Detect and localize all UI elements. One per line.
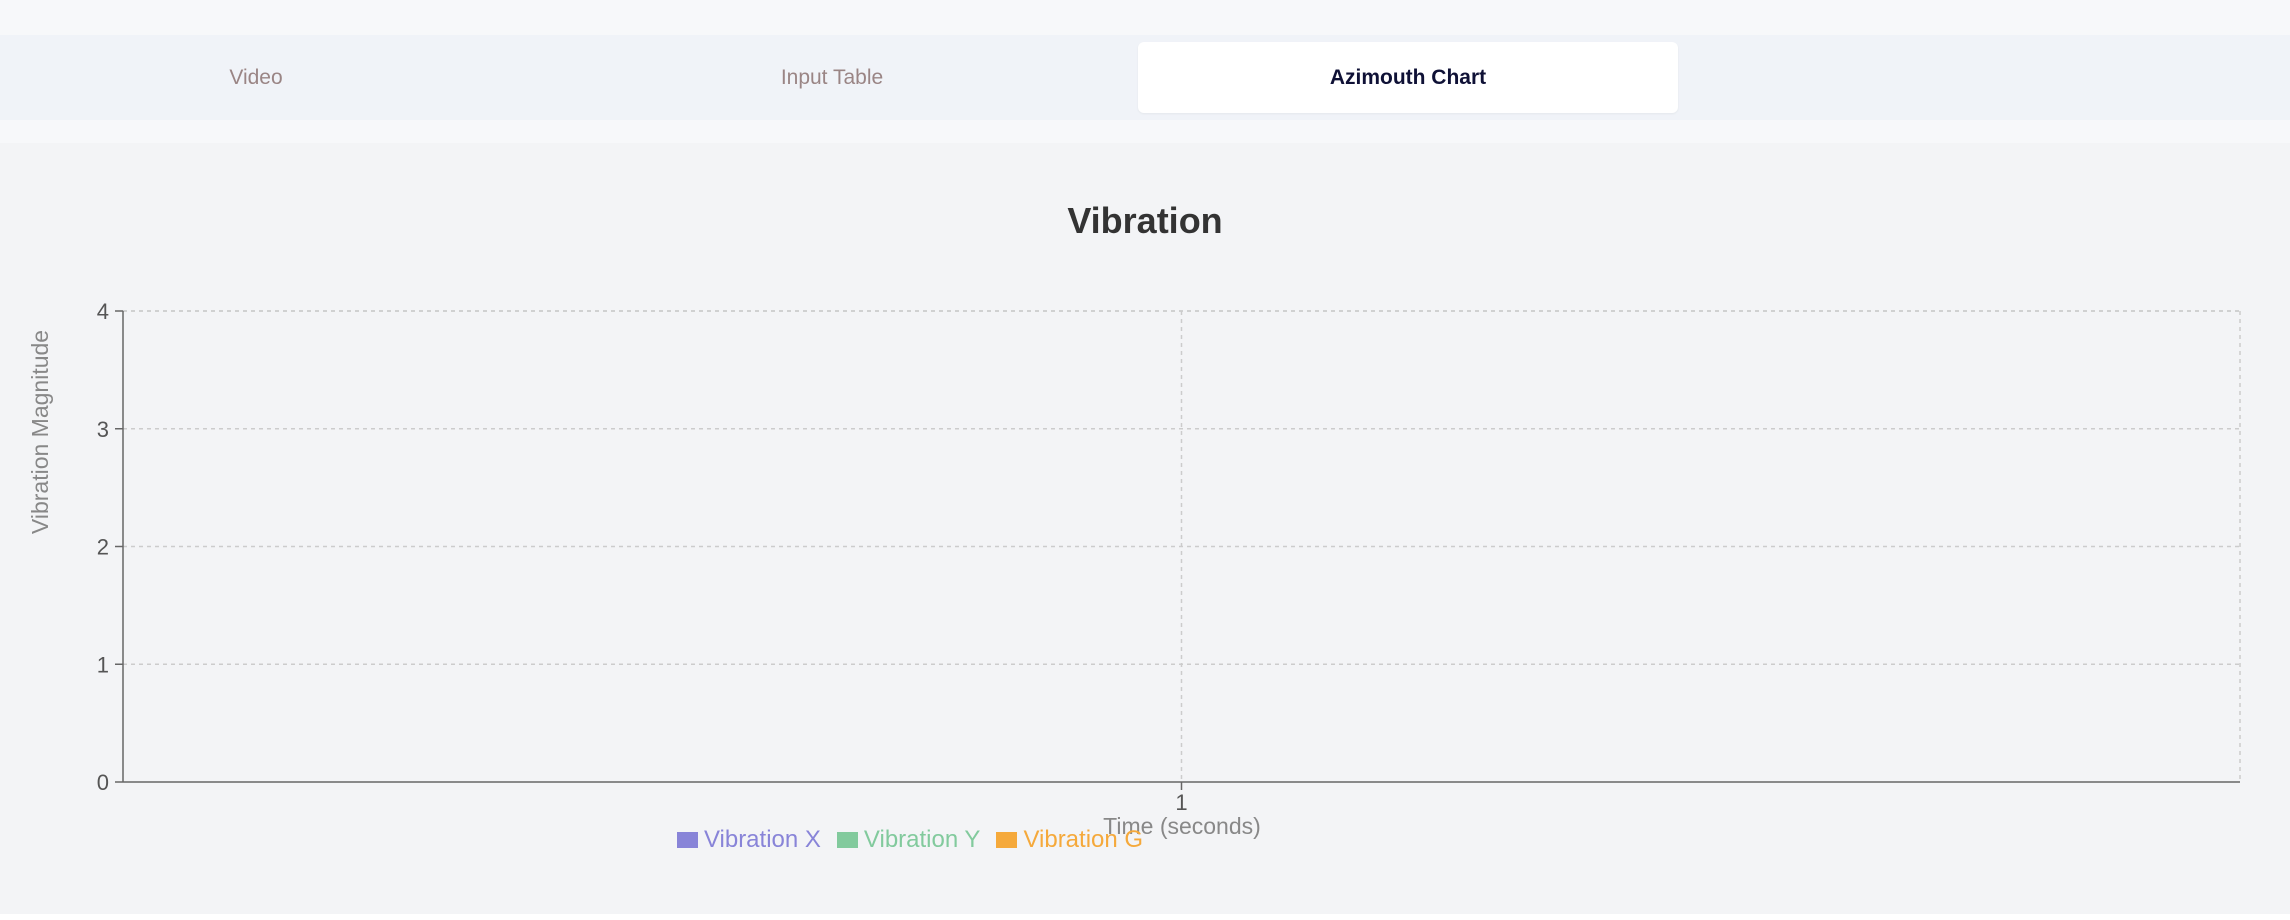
legend-swatch-g [996, 832, 1018, 848]
legend-swatch-y [836, 832, 858, 848]
legend-item-vibration-x[interactable]: Vibration X [676, 826, 821, 854]
legend-label-x: Vibration X [703, 826, 821, 853]
y-tick-label-1: 1 [97, 652, 109, 677]
y-tick-label-2: 2 [97, 535, 109, 560]
chart-legend: Vibration X Vibration Y Vibration G [0, 826, 2290, 854]
bottom-edge [0, 914, 2290, 920]
legend-item-vibration-y[interactable]: Vibration Y [836, 826, 981, 854]
grid-lines [123, 310, 2241, 782]
tick-labels: 0 1 2 3 4 1 [97, 299, 1188, 815]
legend-item-vibration-g[interactable]: Vibration G [996, 826, 1143, 854]
legend-swatch-x [676, 832, 698, 848]
y-tick-label-3: 3 [97, 417, 109, 442]
x-tick-label-1: 1 [1175, 790, 1187, 815]
legend-label-y: Vibration Y [863, 826, 981, 853]
y-axis-label: Vibration Magnitude [27, 330, 53, 534]
y-tick-label-4: 4 [97, 299, 109, 324]
axes [115, 310, 2240, 790]
vibration-chart: 012341 Vibration Magnitude Time (seconds… [27, 299, 2241, 839]
y-tick-label-0: 0 [97, 770, 109, 795]
legend-label-g: Vibration G [1023, 826, 1144, 853]
